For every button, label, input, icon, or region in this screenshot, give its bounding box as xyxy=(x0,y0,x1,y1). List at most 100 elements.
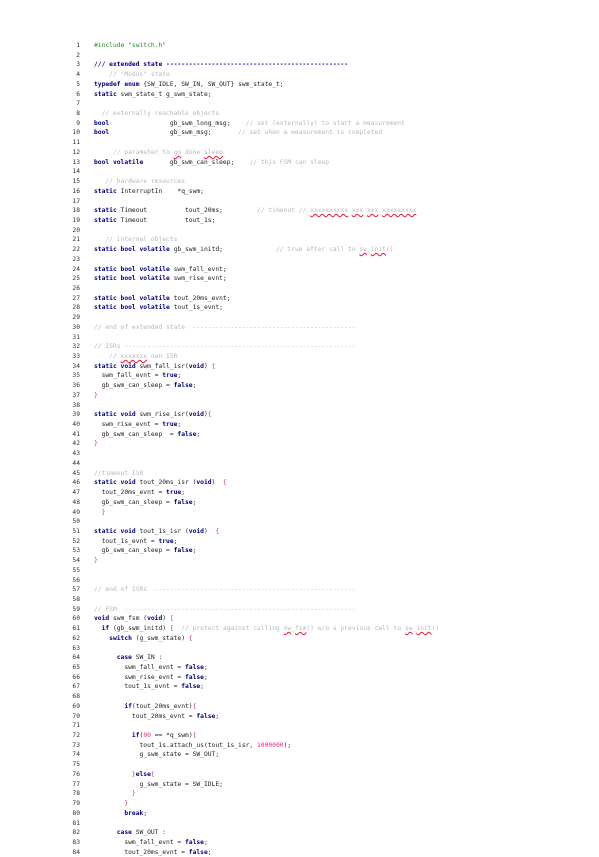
code-token: swm_fall_isr( xyxy=(139,362,189,370)
line-number: 43 xyxy=(72,450,80,458)
code-keyword: if xyxy=(131,732,140,740)
code-token: swm_rise_evnt = xyxy=(94,421,163,429)
code-line: 44 xyxy=(62,459,582,469)
code-token: swm_fsm ( xyxy=(112,615,148,623)
code-literal: } xyxy=(94,557,98,565)
code-literal: } xyxy=(94,391,98,399)
code-line: 58 xyxy=(62,595,582,605)
code-comment: //timeout ISR xyxy=(94,469,144,477)
code-line: 4 // "Modus" state xyxy=(62,70,582,80)
code-token: swm_rise_evnt; xyxy=(173,275,227,283)
code-text: tout_20ms_evnt = false; xyxy=(94,849,211,856)
line-number: 57 xyxy=(72,586,80,594)
line-number: 33 xyxy=(72,353,80,360)
code-line: 38 xyxy=(62,401,582,411)
code-text: static bool volatile swm_fall_evnt; xyxy=(94,266,227,273)
code-text: switch (g_swm_state) { xyxy=(94,635,192,642)
line-number: 23 xyxy=(72,255,80,263)
code-line: 39 static void swm_rise_isr(void){ xyxy=(62,410,582,420)
code-text: } xyxy=(94,440,98,447)
line-number: 77 xyxy=(72,780,80,788)
code-token: ; xyxy=(196,430,201,438)
code-line: 29 xyxy=(62,313,582,323)
code-line: 13 bool volatile gb_swm_can_sleep; // thi… xyxy=(62,158,582,168)
code-line: 63 xyxy=(62,644,582,654)
code-line: 47 tout_20ms_evnt = true; xyxy=(62,488,582,498)
code-text: // ISRs --------------------------------… xyxy=(94,343,356,350)
line-number: 16 xyxy=(72,187,80,195)
code-line: 30 // end of extended state -------------… xyxy=(62,323,582,333)
code-line: 23 xyxy=(62,255,582,265)
line-number: 20 xyxy=(72,226,80,234)
line-number: 42 xyxy=(72,440,80,448)
line-number: 31 xyxy=(72,333,80,341)
code-literal: } xyxy=(131,790,136,798)
line-number: 53 xyxy=(72,547,80,555)
line-number: 22 xyxy=(72,246,80,254)
code-token: (tout_20ms_evnt) xyxy=(131,702,193,710)
code-token: swm_rise_isr( xyxy=(139,411,189,419)
code-text: /// extended state ---------------------… xyxy=(94,61,348,68)
code-literal: } xyxy=(124,800,129,808)
code-token: gb_swm_can_sleep = xyxy=(94,498,174,506)
code-text: case SW_OUT : xyxy=(94,829,166,836)
code-keyword: void xyxy=(196,479,212,487)
code-comment: // parameter to xyxy=(94,148,174,156)
code-line: 68 xyxy=(62,692,582,702)
code-token: SW_IN : xyxy=(135,654,163,662)
code-line: 75 xyxy=(62,760,582,770)
code-line: 79 } xyxy=(62,799,582,809)
code-literal: { xyxy=(192,702,197,710)
line-number: 7 xyxy=(76,100,80,108)
code-literal: { xyxy=(192,732,197,740)
line-number: 75 xyxy=(72,761,80,769)
code-keyword: typedef enum xyxy=(94,80,144,88)
code-line: 57 // end of ISRs -----------------------… xyxy=(62,585,582,595)
code-token: tout_1s_isr ( xyxy=(139,527,189,535)
code-text: swm_fall_evnt = true; xyxy=(94,372,182,379)
line-number: 15 xyxy=(72,178,80,186)
code-text: static void swm_rise_isr(void){ xyxy=(94,411,212,418)
code-line: 25 static bool volatile swm_rise_evnt; xyxy=(62,274,582,284)
line-number: 9 xyxy=(76,119,80,127)
code-text: } xyxy=(94,800,128,807)
code-keyword: void xyxy=(188,411,204,419)
line-number: 67 xyxy=(72,683,80,691)
code-line: 65 swm_fall_evnt = false; xyxy=(62,663,582,673)
code-literal: { xyxy=(169,615,174,623)
code-line: 15 // hardware resources xyxy=(62,177,582,187)
code-literal: } xyxy=(94,508,106,516)
code-keyword: void xyxy=(147,615,163,623)
code-line: 18 static Timeout tout_20ms; // timeout /… xyxy=(62,206,582,216)
line-number: 55 xyxy=(72,566,80,574)
code-token: ) xyxy=(203,527,216,535)
code-comment: // externally reachable objects xyxy=(94,110,220,118)
code-text: typedef enum {SW_IDLE, SW_IN, SW_OUT} sw… xyxy=(94,81,284,88)
code-line: 31 xyxy=(62,333,582,343)
code-comment: done xyxy=(181,148,204,156)
code-token: ) xyxy=(162,615,170,623)
code-text: tout_1s.attach_us(tout_1s_isr, 1000000); xyxy=(94,742,291,749)
code-keyword: static xyxy=(94,216,121,224)
code-text: swm_fall_evnt = false; xyxy=(94,664,208,671)
code-line: 8 // externally reachable objects xyxy=(62,109,582,119)
code-line: 72 if(00 == *q_swm){ xyxy=(62,731,582,741)
code-keyword: static bool volatile xyxy=(94,246,174,254)
code-comment: xxxxxxxxx xyxy=(382,207,417,215)
code-keyword: /// extended state xyxy=(94,61,167,69)
code-line: 42} xyxy=(62,439,582,449)
code-literal: { xyxy=(207,411,212,419)
code-line: 40 swm_rise_evnt = true; xyxy=(62,420,582,430)
code-text: tout_1s_evnt = false; xyxy=(94,683,204,690)
line-number: 62 xyxy=(72,634,80,642)
line-number: 78 xyxy=(72,790,80,798)
code-token: ; xyxy=(203,664,208,671)
code-line: 51 static void tout_1s_isr (void) { xyxy=(62,527,582,537)
code-comment: xxx xyxy=(351,207,364,215)
line-number: 5 xyxy=(76,80,80,88)
code-text: tout_20ms_evnt = true; xyxy=(94,489,185,496)
code-text: gb_swm_can_sleep = false; xyxy=(94,382,197,389)
code-comment: sleep xyxy=(203,148,223,156)
